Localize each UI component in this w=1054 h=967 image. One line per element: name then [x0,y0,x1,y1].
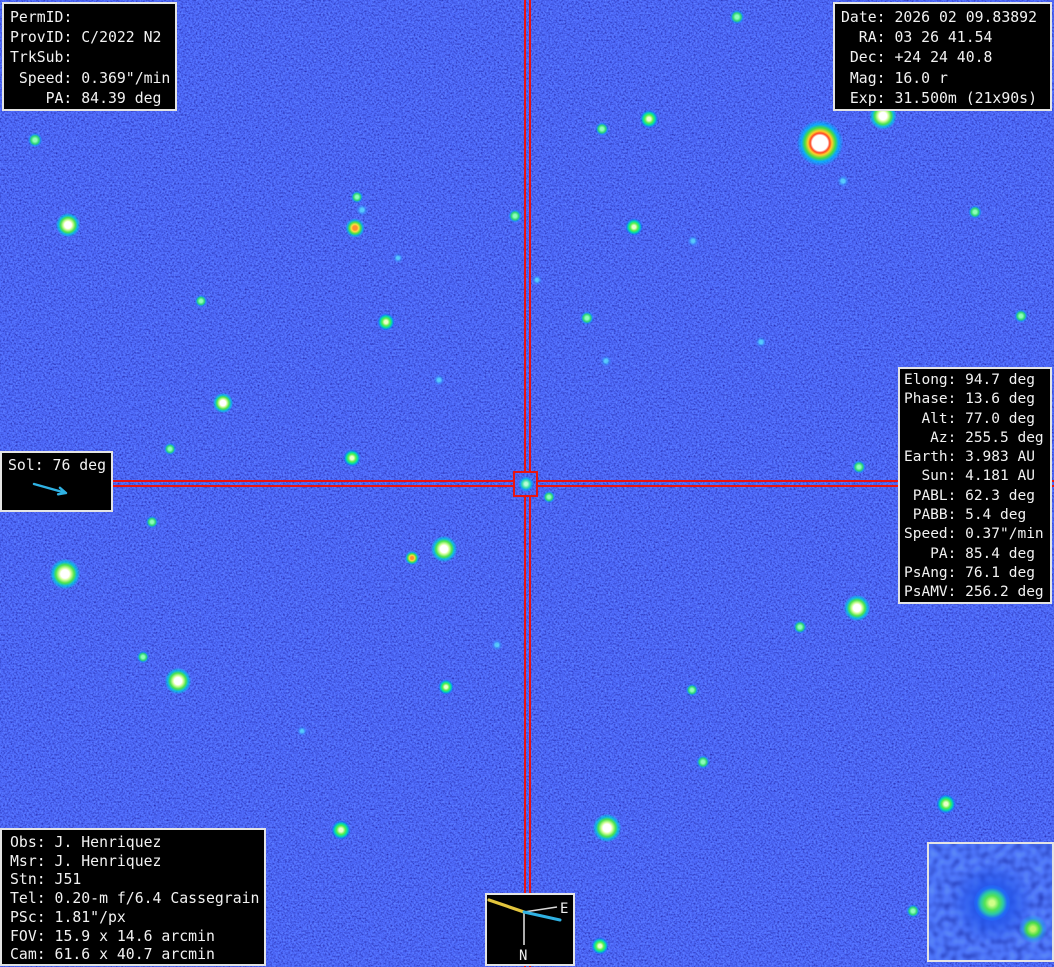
star [332,821,351,840]
info-row: ProvID:C/2022 N2 [10,28,169,48]
star [601,356,612,367]
inset-objects [929,844,1052,960]
star [907,905,920,918]
info-row: Speed:0.369"/min [10,69,169,89]
info-row: Date:2026 02 09.83892 [841,8,1044,28]
info-row: PA:84.39 deg [10,89,169,109]
info-row: PSc:1.81"/px [10,909,256,928]
info-row: Speed:0.37"/min [904,525,1046,544]
info-row: TrkSub: [10,48,169,68]
info-row: Cam:61.6 x 40.7 arcmin [10,946,256,965]
star [592,938,609,955]
info-row: Dec:+24 24 40.8 [841,48,1044,68]
crosshair-line-top [524,0,531,471]
compass-east-label: E [560,901,568,917]
ephemeris-panel: Elong:94.7 degPhase:13.6 degAlt:77.0 deg… [898,367,1052,604]
star [686,684,698,696]
star [344,450,361,467]
star [50,559,80,589]
sun-direction-arrow-icon [8,476,109,506]
info-row: Obs:J. Henriquez [10,834,256,853]
star [356,204,368,216]
info-row: Alt:77.0 deg [904,410,1046,429]
info-row: FOV:15.9 x 14.6 arcmin [10,928,256,947]
star [937,795,956,814]
info-row: PABB:5.4 deg [904,506,1046,525]
info-row: Stn:J51 [10,871,256,890]
compass-icon: E N [487,895,573,964]
star [165,668,191,694]
info-row: Elong:94.7 deg [904,371,1046,390]
star [688,236,699,247]
star [346,219,365,238]
star [756,337,767,348]
star [837,175,849,187]
sun-direction-panel: Sol:76 deg [0,451,113,512]
info-row: PermID: [10,8,169,28]
star [853,461,866,474]
target-marker-box [513,471,538,497]
compass-north-label: N [519,948,527,964]
star [640,110,658,128]
star [164,443,176,455]
info-row: PABL:62.3 deg [904,487,1046,506]
star [492,640,503,651]
info-row: Az:255.5 deg [904,429,1046,448]
target-zoom-inset [927,842,1054,962]
info-row: PsAMV:256.2 deg [904,583,1046,602]
info-row: Phase:13.6 deg [904,390,1046,409]
star [581,312,594,325]
star [596,123,609,136]
star [969,206,982,219]
star [137,651,149,663]
info-row: Sun:4.181 AU [904,467,1046,486]
star [393,253,403,263]
info-row: Sol:76 deg [8,456,105,476]
star [28,133,42,147]
compass-panel: E N [485,893,575,966]
site-info-panel: Obs:J. HenriquezMsr:J. HenriquezStn:J51T… [0,828,266,966]
star [974,885,1010,921]
info-row: Tel:0.20-m f/6.4 Cassegrain [10,890,256,909]
star [730,10,744,24]
star [543,491,555,503]
info-row: Mag:16.0 r [841,69,1044,89]
star [434,375,445,386]
info-row: Msr:J. Henriquez [10,853,256,872]
star [439,680,454,695]
info-row: PsAng:76.1 deg [904,564,1046,583]
star [56,213,80,237]
info-row: RA:03 26 41.54 [841,28,1044,48]
star [297,726,307,736]
info-row: Earth:3.983 AU [904,448,1046,467]
star [844,595,870,621]
info-row: Exp:31.500m (21x90s) [841,89,1044,109]
image-field-canvas[interactable]: PermID:ProvID:C/2022 N2TrkSub:Speed:0.36… [0,0,1054,967]
observation-panel: Date:2026 02 09.83892RA:03 26 41.54Dec:+… [833,2,1052,111]
star [593,814,621,842]
star [405,551,419,565]
star [797,120,843,166]
identification-panel: PermID:ProvID:C/2022 N2TrkSub:Speed:0.36… [2,2,177,111]
star [378,314,395,331]
info-row: PA:85.4 deg [904,545,1046,564]
star [509,210,522,223]
star [431,536,457,562]
star [794,621,807,634]
star [532,275,542,285]
star [351,191,363,203]
star [195,295,207,307]
star [626,219,643,236]
star [146,516,158,528]
star [213,393,233,413]
star [1015,310,1028,323]
star [1019,915,1047,943]
star [697,756,710,769]
